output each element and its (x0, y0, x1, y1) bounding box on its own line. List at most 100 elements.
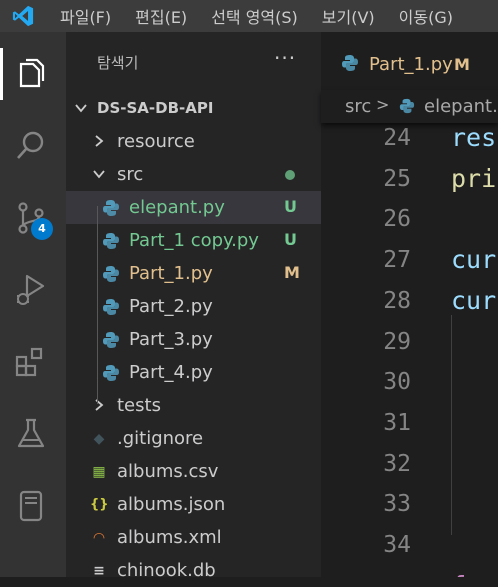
code-line: 32 (321, 447, 498, 487)
remote-explorer-icon[interactable] (0, 476, 66, 536)
code-text: for (451, 571, 496, 577)
tree-item-tests[interactable]: tests (66, 389, 321, 422)
line-number: 32 (383, 450, 411, 477)
extensions-icon[interactable] (0, 332, 66, 392)
tree-item-albums-csv[interactable]: ▦ albums.csv (66, 455, 321, 488)
code-editor[interactable]: 24 res 25 pri 26 27 cur 28 cur 29 30 31 32 33 34 for (321, 123, 498, 577)
explorer-icon[interactable] (0, 44, 66, 104)
title-bar: 파일(F) 편집(E) 선택 영역(S) 보기(V) 이동(G) (0, 0, 498, 32)
line-number: 33 (383, 491, 411, 518)
tree-item-label: elepant.py (129, 197, 225, 218)
rss-file-icon: ◠ (93, 530, 105, 546)
menu-item[interactable]: 선택 영역(S) (211, 4, 298, 28)
tree-item-label: Part_4.py (129, 362, 213, 383)
tab-modified-badge: M (454, 55, 470, 74)
code-line: 25 pri (321, 162, 498, 202)
line-number: 27 (383, 247, 411, 274)
tab-label: Part_1.py (369, 54, 453, 75)
testing-icon[interactable] (0, 404, 66, 464)
menu-item[interactable]: 파일(F) (60, 4, 111, 28)
modified-badge: M (284, 263, 300, 282)
line-number: 25 (383, 165, 411, 192)
menu-item[interactable]: 이동(G) (399, 4, 453, 28)
code-text: pri (451, 163, 497, 193)
tree-item-elepant-py[interactable]: elepant.py U (66, 191, 321, 224)
untracked-badge: U (284, 197, 297, 216)
tree-item-part-1-copy-py[interactable]: Part_1 copy.py U (66, 224, 321, 257)
code-line: 30 (321, 365, 498, 405)
json-file-icon: {} (90, 497, 109, 512)
code-line: 29 (321, 325, 498, 365)
workspace-root-label: DS-SA-DB-API (97, 99, 214, 117)
menu-item[interactable]: 편집(E) (135, 4, 187, 28)
code-line: 33 (321, 487, 498, 527)
python-file-icon (102, 199, 120, 217)
code-line: 31 (321, 406, 498, 446)
tree-item-label: Part_1 copy.py (129, 230, 259, 251)
tree-item-albums-json[interactable]: {} albums.json (66, 488, 321, 521)
tree-item-gitignore[interactable]: ◆ .gitignore (66, 422, 321, 455)
code-line: 26 (321, 202, 498, 242)
code-text: cur (451, 285, 497, 315)
more-actions-button[interactable]: ··· (274, 48, 296, 68)
tree-item-label: Part_1.py (129, 263, 213, 284)
tree-item-label: resource (117, 131, 195, 152)
csv-file-icon: ▦ (92, 464, 106, 480)
untracked-badge: U (284, 230, 297, 249)
breadcrumb-folder[interactable]: src (345, 96, 371, 117)
explorer-sidebar: 탐색기 ··· DS-SA-DB-API resource src elepant.… (66, 32, 321, 581)
tree-item-part-4-py[interactable]: Part_4.py (66, 356, 321, 389)
tree-item-label: albums.json (117, 494, 226, 515)
tree-item-albums-xml[interactable]: ◠ albums.xml (66, 521, 321, 554)
python-file-icon (399, 98, 415, 114)
line-number: 34 (383, 532, 411, 558)
folder-changes-dot (285, 170, 295, 180)
code-line: for (321, 569, 498, 577)
source-control-badge: 4 (31, 218, 53, 240)
git-file-icon: ◆ (93, 431, 105, 447)
editor-area: Part_1.py M src > elepant.py 24res25pri2… (321, 32, 498, 577)
line-number: 26 (383, 206, 411, 233)
tree-item-label: Part_3.py (129, 329, 213, 350)
tree-item-label: Part_2.py (129, 296, 213, 317)
tree-item-label: chinook.db (117, 560, 216, 581)
run-debug-icon[interactable] (0, 260, 66, 320)
tree-item-part-2-py[interactable]: Part_2.py (66, 290, 321, 323)
python-file-icon (102, 265, 120, 283)
indent-guide (97, 206, 98, 404)
python-file-icon (102, 298, 120, 316)
menu-item[interactable]: 보기(V) (322, 4, 375, 28)
python-file-icon (102, 331, 120, 349)
workspace-root[interactable]: DS-SA-DB-API (66, 92, 321, 125)
code-line: 28 cur (321, 284, 498, 324)
tree-item-part-3-py[interactable]: Part_3.py (66, 323, 321, 356)
database-file-icon: ≡ (93, 563, 105, 579)
tree-item-resource[interactable]: resource (66, 125, 321, 158)
code-line: 24 res (321, 123, 498, 161)
tree-item-label: tests (117, 395, 161, 416)
breadcrumb-file[interactable]: elepant.py (424, 96, 498, 117)
tree-item-src[interactable]: src (66, 158, 321, 191)
chevron-down-icon (93, 170, 105, 179)
tree-item-label: .gitignore (117, 428, 204, 449)
python-file-icon (342, 55, 358, 71)
vscode-logo-icon (12, 5, 34, 27)
tree-item-label: src (117, 164, 144, 185)
activity-bar: 4 (0, 32, 66, 577)
code-line: 34 (321, 528, 498, 568)
menu-bar: 파일(F) 편집(E) 선택 영역(S) 보기(V) 이동(G) (60, 0, 477, 32)
search-icon[interactable] (0, 116, 66, 176)
code-text: res (451, 123, 497, 152)
chevron-down-icon (75, 104, 87, 113)
tree-item-chinook-db[interactable]: ≡ chinook.db (66, 554, 321, 587)
chevron-right-icon (95, 399, 104, 411)
tree-item-part-1-py[interactable]: Part_1.py M (66, 257, 321, 290)
explorer-title: 탐색기 (97, 54, 139, 72)
tab-part-1[interactable]: Part_1.py M (321, 32, 498, 90)
source-control-icon[interactable]: 4 (0, 188, 66, 248)
breadcrumb: src > elepant.py (321, 90, 498, 123)
editor-tabs: Part_1.py M (321, 32, 498, 90)
code-text: cur (451, 245, 497, 275)
line-number: 29 (383, 328, 411, 355)
breadcrumb-separator: > (376, 95, 390, 114)
